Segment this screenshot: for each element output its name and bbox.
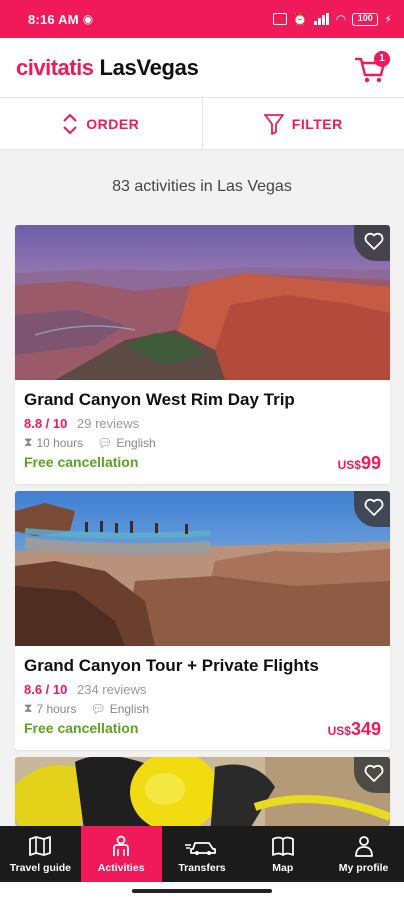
activity-meta: ⧗ 7 hours 💬︎ English (24, 701, 381, 716)
cart-button[interactable]: 1 (354, 50, 390, 85)
filter-button[interactable]: FILTER (203, 98, 404, 149)
heart-icon (364, 232, 384, 250)
people-icon (113, 835, 130, 856)
nav-map[interactable]: Map (242, 826, 323, 882)
activity-card[interactable] (15, 757, 390, 826)
nav-transfers[interactable]: Transfers (162, 826, 243, 882)
map-book-icon (29, 835, 52, 856)
order-button[interactable]: ORDER (0, 98, 202, 149)
battery-icon: 100 (352, 12, 379, 26)
car-transfer-icon (184, 841, 216, 855)
nfc-icon (272, 13, 287, 25)
ear-protection-image (15, 757, 390, 826)
activity-card[interactable]: Grand Canyon Tour + Private Flights 8.6 … (15, 491, 390, 750)
language: English (116, 435, 156, 450)
filter-label: FILTER (291, 115, 343, 132)
review-count: 29 reviews (77, 416, 140, 431)
activity-photo[interactable] (15, 491, 390, 646)
activity-rating: 8.8 / 10 29 reviews (24, 416, 381, 431)
home-gesture-handle[interactable] (132, 889, 272, 893)
activity-title[interactable]: Grand Canyon West Rim Day Trip (24, 390, 381, 410)
grand-canyon-image (15, 225, 390, 380)
language: English (109, 701, 150, 716)
results-count: 83 activities in Las Vegas (112, 178, 292, 195)
price-amount: 349 (350, 719, 381, 739)
gesture-bar-area (0, 882, 404, 900)
speech-bubble-icon: 💬︎ (97, 435, 113, 450)
alarm-icon: ⏰ (292, 12, 308, 26)
price-amount: 99 (360, 453, 381, 473)
duration: 10 hours (36, 435, 84, 450)
filter-icon (263, 113, 284, 135)
hourglass-icon: ⧗ (24, 435, 33, 449)
battery-level: 100 (357, 12, 373, 23)
activity-rating: 8.6 / 10 234 reviews (24, 682, 381, 697)
speech-bubble-icon: 💬︎ (90, 701, 106, 716)
price-currency: US$ (327, 724, 351, 738)
sort-filter-bar: ORDER FILTER (0, 98, 404, 150)
nav-my-profile[interactable]: My profile (323, 826, 404, 882)
heart-icon (364, 498, 384, 516)
signal-icon (313, 13, 330, 25)
status-bar: 8:16 AM ◉ ⏰ ◠ 100 ⚡ (0, 0, 404, 38)
activity-meta: ⧗ 10 hours 💬︎ English (24, 435, 381, 450)
activity-photo[interactable] (15, 225, 390, 380)
sort-icon (63, 113, 77, 134)
rating-score: 8.6 / 10 (24, 682, 68, 697)
nav-label: Map (272, 861, 294, 874)
free-cancellation-label: Free cancellation (24, 454, 139, 470)
nav-label: Transfers (178, 861, 226, 874)
map-icon (271, 836, 294, 856)
heart-icon (364, 764, 384, 782)
activity-price: US$99 (338, 453, 381, 474)
wifi-icon: ◠ (335, 12, 347, 26)
app-header: civitatis LasVegas 1 (0, 38, 404, 98)
nav-activities[interactable]: Activities (80, 826, 162, 882)
civitatis-logo[interactable]: civitatis (16, 55, 94, 81)
sync-icon: ◉ (82, 12, 94, 26)
bottom-navigation: Travel guide Activities Transfers Map My… (0, 826, 404, 882)
skywalk-image (15, 491, 390, 646)
price-currency: US$ (337, 458, 361, 472)
charging-icon: ⚡ (384, 13, 392, 26)
activity-price: US$349 (328, 719, 381, 740)
cart-count-badge: 1 (374, 50, 390, 67)
activity-card[interactable]: Grand Canyon West Rim Day Trip 8.8 / 10 … (15, 225, 390, 484)
status-time: 8:16 AM (28, 11, 79, 27)
activity-photo[interactable] (15, 757, 390, 826)
hourglass-icon: ⧗ (24, 701, 33, 715)
nav-label: Activities (97, 861, 145, 874)
system-icons: ⏰ ◠ 100 ⚡ (272, 12, 392, 26)
review-count: 234 reviews (77, 682, 147, 697)
profile-icon (354, 835, 373, 857)
nav-label: Travel guide (9, 861, 72, 874)
activity-details: Grand Canyon Tour + Private Flights 8.6 … (15, 646, 390, 750)
activity-title[interactable]: Grand Canyon Tour + Private Flights (24, 656, 381, 676)
activity-details: Grand Canyon West Rim Day Trip 8.8 / 10 … (15, 380, 390, 484)
nav-label: My profile (338, 861, 389, 874)
duration: 7 hours (36, 701, 77, 716)
nav-travel-guide[interactable]: Travel guide (0, 826, 81, 882)
order-label: ORDER (86, 115, 140, 132)
page-title: LasVegas (99, 54, 199, 80)
rating-score: 8.8 / 10 (24, 416, 68, 431)
